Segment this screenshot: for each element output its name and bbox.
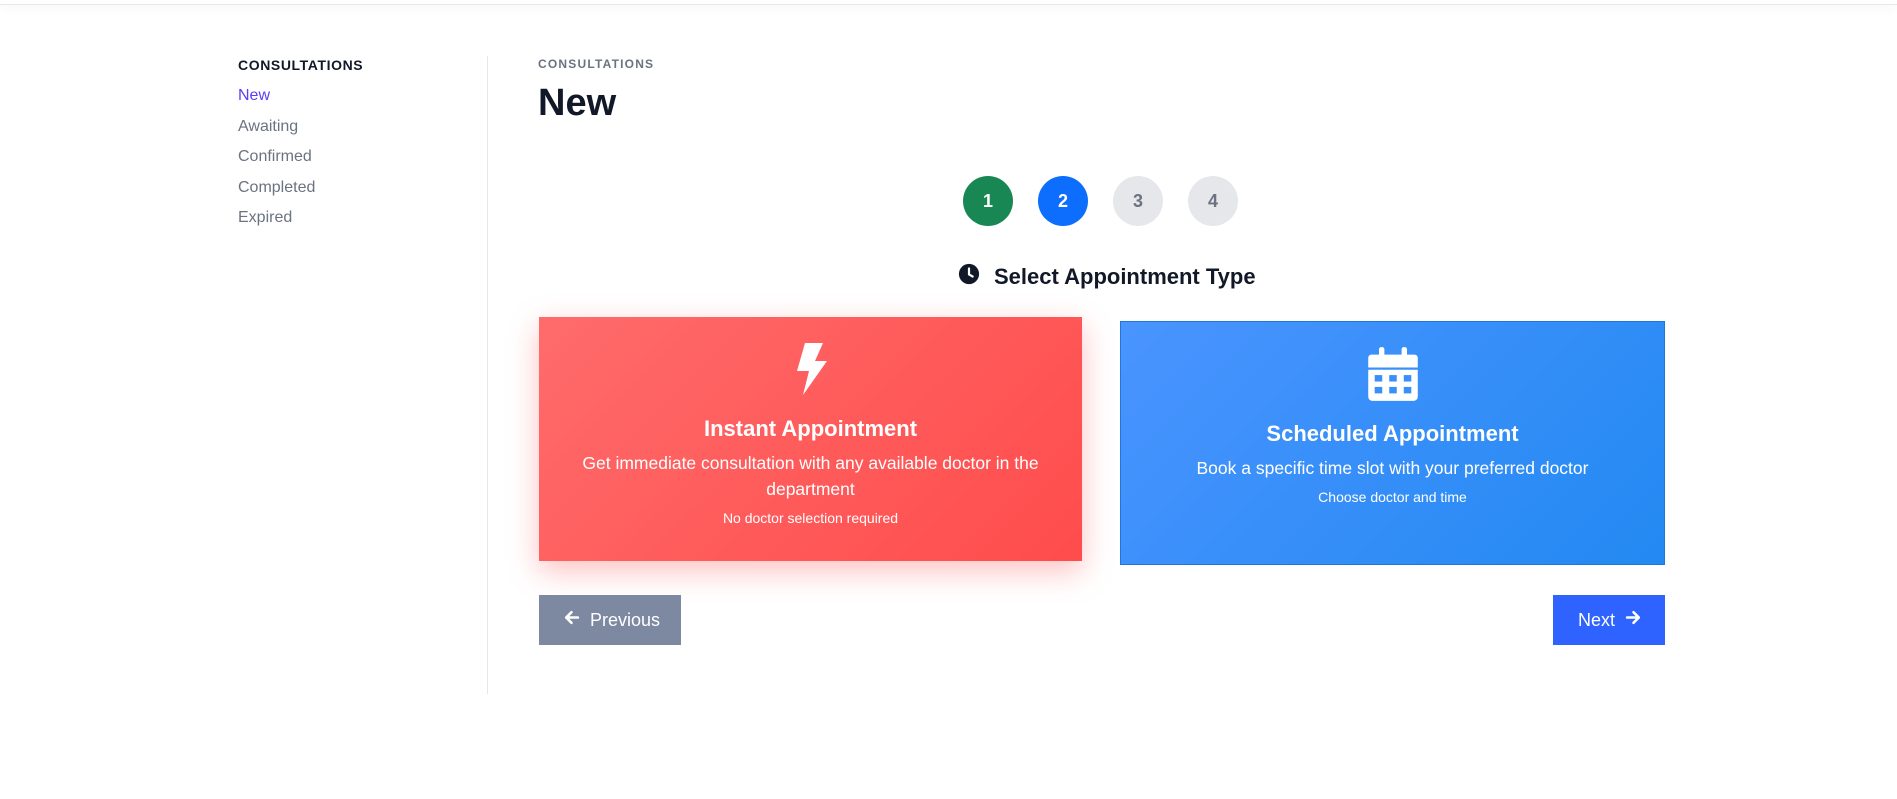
bolt-icon xyxy=(784,341,838,402)
step-3: 3 xyxy=(1113,176,1163,226)
next-button[interactable]: Next xyxy=(1553,595,1665,645)
instant-appointment-card[interactable]: Instant Appointment Get immediate consul… xyxy=(539,317,1082,561)
top-navbar xyxy=(0,0,1897,5)
scheduled-card-title: Scheduled Appointment xyxy=(1266,421,1519,446)
step-1: 1 xyxy=(963,176,1013,226)
instant-card-description: Get immediate consultation with any avai… xyxy=(582,453,1039,499)
sidebar-item-completed[interactable]: Completed xyxy=(238,175,488,206)
sidebar-divider xyxy=(487,56,488,694)
next-button-label: Next xyxy=(1578,609,1616,630)
section-title-text: Select Appointment Type xyxy=(994,264,1256,289)
page-title: New xyxy=(538,82,617,124)
sidebar-item-awaiting[interactable]: Awaiting xyxy=(238,114,488,145)
step-4: 4 xyxy=(1188,176,1238,226)
scheduled-card-description: Book a specific time slot with your pref… xyxy=(1196,458,1589,478)
sidebar-item-confirmed[interactable]: Confirmed xyxy=(238,144,488,175)
sidebar-heading: CONSULTATIONS xyxy=(238,57,364,73)
scheduled-card-note: Choose doctor and time xyxy=(1318,489,1467,505)
instant-card-note: No doctor selection required xyxy=(722,510,899,526)
breadcrumb: CONSULTATIONS xyxy=(538,57,655,71)
arrow-right-icon xyxy=(1625,609,1642,631)
previous-button-label: Previous xyxy=(590,609,661,630)
stepper: 1 2 3 4 xyxy=(963,176,1238,226)
scheduled-appointment-card[interactable]: Scheduled Appointment Book a specific ti… xyxy=(1120,321,1665,565)
previous-button[interactable]: Previous xyxy=(539,595,681,645)
arrow-left-icon xyxy=(563,609,580,631)
step-2: 2 xyxy=(1038,176,1088,226)
sidebar: CONSULTATIONS New Awaiting Confirmed Com… xyxy=(238,57,488,236)
clock-icon xyxy=(958,263,980,291)
sidebar-item-new[interactable]: New xyxy=(238,83,488,114)
calendar-icon xyxy=(1366,346,1420,407)
instant-card-title: Instant Appointment xyxy=(703,416,918,441)
section-title: Select Appointment Type xyxy=(958,263,1256,291)
sidebar-item-expired[interactable]: Expired xyxy=(238,205,488,236)
